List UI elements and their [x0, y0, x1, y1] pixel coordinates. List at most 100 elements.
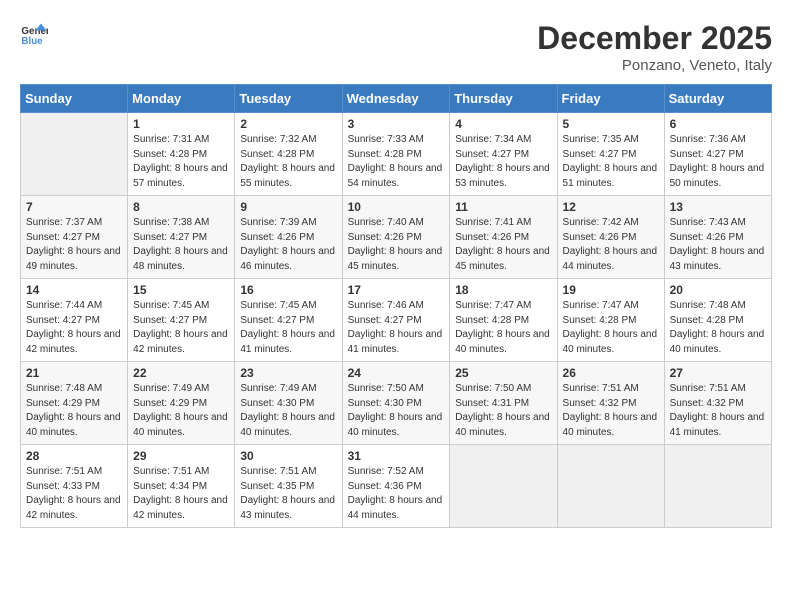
calendar-header-monday: Monday — [128, 85, 235, 113]
calendar-cell: 4 Sunrise: 7:34 AMSunset: 4:27 PMDaylight… — [450, 113, 557, 196]
day-number: 23 — [240, 366, 336, 380]
day-number: 20 — [670, 283, 766, 297]
calendar-cell: 27Sunrise: 7:51 AMSunset: 4:32 PMDayligh… — [664, 362, 771, 445]
day-info: Sunrise: 7:43 AMSunset: 4:26 PMDaylight:… — [670, 217, 765, 272]
day-info: Sunrise: 7:51 AMSunset: 4:32 PMDaylight:… — [563, 383, 658, 438]
day-info: Sunrise: 7:33 AMSunset: 4:28 PMDaylight:… — [348, 134, 443, 189]
day-number: 26 — [563, 366, 659, 380]
day-info: Sunrise: 7:35 AMSunset: 4:27 PMDaylight:… — [563, 134, 658, 189]
calendar-cell: 8 Sunrise: 7:38 AMSunset: 4:27 PMDaylight… — [128, 196, 235, 279]
day-number: 8 — [133, 200, 229, 214]
day-number: 18 — [455, 283, 551, 297]
calendar-cell: 24Sunrise: 7:50 AMSunset: 4:30 PMDayligh… — [342, 362, 450, 445]
day-number: 5 — [563, 117, 659, 131]
calendar-week-row: 21 Sunrise: 7:48 AMSunset: 4:29 PMDayligh… — [21, 362, 772, 445]
day-info: Sunrise: 7:50 AMSunset: 4:30 PMDaylight:… — [348, 383, 443, 438]
calendar-cell: 5 Sunrise: 7:35 AMSunset: 4:27 PMDaylight… — [557, 113, 664, 196]
day-info: Sunrise: 7:48 AMSunset: 4:29 PMDaylight:… — [26, 383, 121, 438]
calendar-table: SundayMondayTuesdayWednesdayThursdayFrid… — [20, 84, 772, 528]
calendar-header-friday: Friday — [557, 85, 664, 113]
day-info: Sunrise: 7:41 AMSunset: 4:26 PMDaylight:… — [455, 217, 550, 272]
calendar-cell: 11 Sunrise: 7:41 AMSunset: 4:26 PMDayligh… — [450, 196, 557, 279]
day-number: 19 — [563, 283, 659, 297]
day-info: Sunrise: 7:38 AMSunset: 4:27 PMDaylight:… — [133, 217, 228, 272]
day-number: 15 — [133, 283, 229, 297]
calendar-cell: 23 Sunrise: 7:49 AMSunset: 4:30 PMDayligh… — [235, 362, 342, 445]
day-number: 31 — [348, 449, 445, 463]
day-number: 21 — [26, 366, 122, 380]
logo-icon: General Blue — [20, 20, 48, 48]
day-info: Sunrise: 7:51 AMSunset: 4:35 PMDaylight:… — [240, 466, 335, 521]
calendar-week-row: 28 Sunrise: 7:51 AMSunset: 4:33 PMDayligh… — [21, 445, 772, 528]
day-info: Sunrise: 7:32 AMSunset: 4:28 PMDaylight:… — [240, 134, 335, 189]
day-number: 29 — [133, 449, 229, 463]
calendar-cell: 29 Sunrise: 7:51 AMSunset: 4:34 PMDayligh… — [128, 445, 235, 528]
calendar-cell: 15Sunrise: 7:45 AMSunset: 4:27 PMDayligh… — [128, 279, 235, 362]
day-number: 4 — [455, 117, 551, 131]
logo: General Blue — [20, 20, 48, 48]
day-number: 28 — [26, 449, 122, 463]
day-info: Sunrise: 7:51 AMSunset: 4:32 PMDaylight:… — [670, 383, 765, 438]
day-number: 22 — [133, 366, 229, 380]
calendar-header-tuesday: Tuesday — [235, 85, 342, 113]
calendar-cell: 18 Sunrise: 7:47 AMSunset: 4:28 PMDayligh… — [450, 279, 557, 362]
calendar-cell: 20 Sunrise: 7:48 AMSunset: 4:28 PMDayligh… — [664, 279, 771, 362]
day-number: 30 — [240, 449, 336, 463]
calendar-cell: 26 Sunrise: 7:51 AMSunset: 4:32 PMDayligh… — [557, 362, 664, 445]
calendar-cell: 16 Sunrise: 7:45 AMSunset: 4:27 PMDayligh… — [235, 279, 342, 362]
day-info: Sunrise: 7:40 AMSunset: 4:26 PMDaylight:… — [348, 217, 443, 272]
calendar-cell: 10 Sunrise: 7:40 AMSunset: 4:26 PMDayligh… — [342, 196, 450, 279]
day-info: Sunrise: 7:31 AMSunset: 4:28 PMDaylight:… — [133, 134, 228, 189]
calendar-cell — [21, 113, 128, 196]
day-info: Sunrise: 7:39 AMSunset: 4:26 PMDaylight:… — [240, 217, 335, 272]
day-number: 10 — [348, 200, 445, 214]
day-info: Sunrise: 7:34 AMSunset: 4:27 PMDaylight:… — [455, 134, 550, 189]
calendar-cell: 12Sunrise: 7:42 AMSunset: 4:26 PMDayligh… — [557, 196, 664, 279]
day-number: 7 — [26, 200, 122, 214]
calendar-header-wednesday: Wednesday — [342, 85, 450, 113]
day-number: 2 — [240, 117, 336, 131]
day-number: 9 — [240, 200, 336, 214]
calendar-cell: 1 Sunrise: 7:31 AMSunset: 4:28 PMDaylight… — [128, 113, 235, 196]
calendar-cell — [450, 445, 557, 528]
month-title: December 2025 — [537, 20, 772, 57]
day-info: Sunrise: 7:44 AMSunset: 4:27 PMDaylight:… — [26, 300, 121, 355]
calendar-header-saturday: Saturday — [664, 85, 771, 113]
day-info: Sunrise: 7:49 AMSunset: 4:30 PMDaylight:… — [240, 383, 335, 438]
calendar-cell: 25 Sunrise: 7:50 AMSunset: 4:31 PMDayligh… — [450, 362, 557, 445]
calendar-cell — [664, 445, 771, 528]
calendar-cell: 9 Sunrise: 7:39 AMSunset: 4:26 PMDaylight… — [235, 196, 342, 279]
day-number: 16 — [240, 283, 336, 297]
day-number: 17 — [348, 283, 445, 297]
calendar-cell: 31 Sunrise: 7:52 AMSunset: 4:36 PMDayligh… — [342, 445, 450, 528]
day-info: Sunrise: 7:52 AMSunset: 4:36 PMDaylight:… — [348, 466, 443, 521]
calendar-week-row: 14Sunrise: 7:44 AMSunset: 4:27 PMDayligh… — [21, 279, 772, 362]
day-number: 6 — [670, 117, 766, 131]
day-number: 11 — [455, 200, 551, 214]
calendar-cell: 3Sunrise: 7:33 AMSunset: 4:28 PMDaylight… — [342, 113, 450, 196]
day-info: Sunrise: 7:50 AMSunset: 4:31 PMDaylight:… — [455, 383, 550, 438]
calendar-week-row: 1 Sunrise: 7:31 AMSunset: 4:28 PMDaylight… — [21, 113, 772, 196]
calendar-header-thursday: Thursday — [450, 85, 557, 113]
svg-text:Blue: Blue — [21, 36, 43, 47]
calendar-cell: 14Sunrise: 7:44 AMSunset: 4:27 PMDayligh… — [21, 279, 128, 362]
day-info: Sunrise: 7:36 AMSunset: 4:27 PMDaylight:… — [670, 134, 765, 189]
calendar-cell: 19 Sunrise: 7:47 AMSunset: 4:28 PMDayligh… — [557, 279, 664, 362]
location: Ponzano, Veneto, Italy — [537, 57, 772, 74]
day-info: Sunrise: 7:49 AMSunset: 4:29 PMDaylight:… — [133, 383, 228, 438]
day-info: Sunrise: 7:48 AMSunset: 4:28 PMDaylight:… — [670, 300, 765, 355]
day-info: Sunrise: 7:51 AMSunset: 4:33 PMDaylight:… — [26, 466, 121, 521]
day-info: Sunrise: 7:51 AMSunset: 4:34 PMDaylight:… — [133, 466, 228, 521]
calendar-cell: 6 Sunrise: 7:36 AMSunset: 4:27 PMDaylight… — [664, 113, 771, 196]
day-number: 1 — [133, 117, 229, 131]
calendar-cell — [557, 445, 664, 528]
day-info: Sunrise: 7:37 AMSunset: 4:27 PMDaylight:… — [26, 217, 121, 272]
calendar-cell: 7 Sunrise: 7:37 AMSunset: 4:27 PMDaylight… — [21, 196, 128, 279]
day-info: Sunrise: 7:45 AMSunset: 4:27 PMDaylight:… — [240, 300, 335, 355]
day-number: 25 — [455, 366, 551, 380]
day-number: 13 — [670, 200, 766, 214]
day-info: Sunrise: 7:47 AMSunset: 4:28 PMDaylight:… — [563, 300, 658, 355]
day-info: Sunrise: 7:42 AMSunset: 4:26 PMDaylight:… — [563, 217, 658, 272]
day-info: Sunrise: 7:47 AMSunset: 4:28 PMDaylight:… — [455, 300, 550, 355]
calendar-cell: 21 Sunrise: 7:48 AMSunset: 4:29 PMDayligh… — [21, 362, 128, 445]
